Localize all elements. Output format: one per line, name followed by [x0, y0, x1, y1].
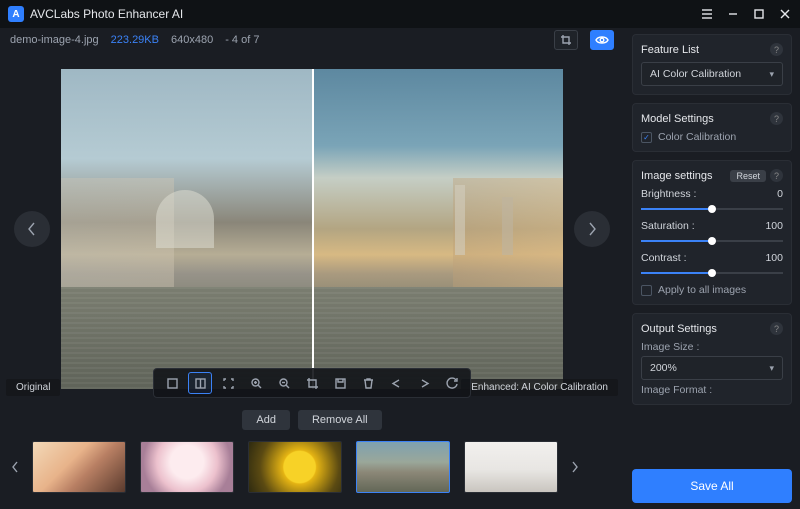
- titlebar-right: [700, 7, 792, 21]
- undo-icon[interactable]: [384, 372, 408, 394]
- viewer: Original Enhanced: AI Color Calibration: [10, 54, 614, 404]
- image-size-select[interactable]: 200% ▾: [641, 356, 783, 380]
- crop-icon[interactable]: [300, 372, 324, 394]
- app-logo: A: [8, 6, 24, 22]
- layout-single-icon[interactable]: [160, 372, 184, 394]
- checkbox-empty-icon: ✓: [641, 285, 652, 296]
- minimize-icon[interactable]: [726, 7, 740, 21]
- image-settings-panel: Image settings Reset ? Brightness : 0 Sa…: [632, 160, 792, 305]
- thumbnails: [32, 441, 558, 493]
- brightness-label: Brightness :: [641, 188, 696, 200]
- color-calibration-row[interactable]: ✓ Color Calibration: [641, 131, 783, 143]
- feature-list-panel: Feature List ? AI Color Calibration ▾: [632, 34, 792, 95]
- feature-list-title: Feature List: [641, 44, 699, 56]
- filmstrip: [0, 436, 624, 498]
- remove-all-button[interactable]: Remove All: [298, 410, 382, 430]
- model-settings-title: Model Settings: [641, 113, 714, 125]
- original-label: Original: [6, 379, 60, 396]
- app-title: AVCLabs Photo Enhancer AI: [30, 7, 183, 21]
- next-image-button[interactable]: [574, 211, 610, 247]
- viewer-toolbar: [153, 368, 471, 398]
- thumbnail[interactable]: [140, 441, 234, 493]
- model-item-label: Color Calibration: [658, 131, 736, 143]
- thumbnail[interactable]: [248, 441, 342, 493]
- enhanced-label: Enhanced: AI Color Calibration: [461, 379, 618, 396]
- zoom-out-icon[interactable]: [272, 372, 296, 394]
- chevron-down-icon: ▾: [769, 69, 774, 80]
- help-icon[interactable]: ?: [770, 169, 783, 182]
- apply-all-row[interactable]: ✓ Apply to all images: [641, 284, 783, 296]
- layout-split-icon[interactable]: [188, 372, 212, 394]
- output-settings-panel: Output Settings ? Image Size : 200% ▾ Im…: [632, 313, 792, 405]
- image-format-label: Image Format :: [641, 384, 783, 396]
- file-index: - 4 of 7: [225, 34, 259, 46]
- redo-icon[interactable]: [412, 372, 436, 394]
- infobar: demo-image-4.jpg 223.29KB 640x480 - 4 of…: [0, 28, 624, 52]
- image-settings-title: Image settings: [641, 170, 713, 182]
- contrast-slider[interactable]: [641, 268, 783, 278]
- feature-selected: AI Color Calibration: [650, 68, 741, 80]
- image-size-value: 200%: [650, 362, 677, 374]
- add-button[interactable]: Add: [242, 410, 290, 430]
- prev-image-button[interactable]: [14, 211, 50, 247]
- reset-button[interactable]: Reset: [730, 170, 766, 182]
- fit-screen-icon[interactable]: [216, 372, 240, 394]
- filmstrip-prev-button[interactable]: [6, 452, 24, 482]
- image-size-label: Image Size :: [641, 341, 783, 353]
- apply-all-label: Apply to all images: [658, 284, 746, 296]
- help-icon[interactable]: ?: [770, 43, 783, 56]
- zoom-in-icon[interactable]: [244, 372, 268, 394]
- file-name: demo-image-4.jpg: [10, 34, 99, 46]
- contrast-label: Contrast :: [641, 252, 687, 264]
- thumbnail[interactable]: [32, 441, 126, 493]
- menu-icon[interactable]: [700, 7, 714, 21]
- brightness-slider[interactable]: [641, 204, 783, 214]
- thumbnail[interactable]: [464, 441, 558, 493]
- delete-icon[interactable]: [356, 372, 380, 394]
- comparison-slider[interactable]: [312, 69, 314, 389]
- maximize-icon[interactable]: [752, 7, 766, 21]
- model-settings-panel: Model Settings ? ✓ Color Calibration: [632, 103, 792, 152]
- crop-tool-button[interactable]: [554, 30, 578, 50]
- sidebar: Feature List ? AI Color Calibration ▾ Mo…: [624, 28, 800, 509]
- filmstrip-next-button[interactable]: [566, 452, 584, 482]
- file-dims: 640x480: [171, 34, 213, 46]
- close-icon[interactable]: [778, 7, 792, 21]
- saturation-value: 100: [765, 220, 783, 232]
- checkbox-checked-icon: ✓: [641, 132, 652, 143]
- output-settings-title: Output Settings: [641, 323, 717, 335]
- save-icon[interactable]: [328, 372, 352, 394]
- thumbnail[interactable]: [356, 441, 450, 493]
- chevron-down-icon: ▾: [769, 363, 774, 374]
- feature-select[interactable]: AI Color Calibration ▾: [641, 62, 783, 86]
- preview-toggle-button[interactable]: [590, 30, 614, 50]
- titlebar: A AVCLabs Photo Enhancer AI: [0, 0, 800, 28]
- file-size: 223.29KB: [111, 34, 159, 46]
- brightness-value: 0: [777, 188, 783, 200]
- save-all-button[interactable]: Save All: [632, 469, 792, 503]
- main-pane: demo-image-4.jpg 223.29KB 640x480 - 4 of…: [0, 28, 624, 509]
- saturation-label: Saturation :: [641, 220, 695, 232]
- help-icon[interactable]: ?: [770, 112, 783, 125]
- help-icon[interactable]: ?: [770, 322, 783, 335]
- titlebar-left: A AVCLabs Photo Enhancer AI: [8, 6, 183, 22]
- contrast-value: 100: [765, 252, 783, 264]
- refresh-icon[interactable]: [440, 372, 464, 394]
- saturation-slider[interactable]: [641, 236, 783, 246]
- comparison-image[interactable]: [61, 69, 563, 389]
- add-remove-bar: Add Remove All: [0, 410, 624, 430]
